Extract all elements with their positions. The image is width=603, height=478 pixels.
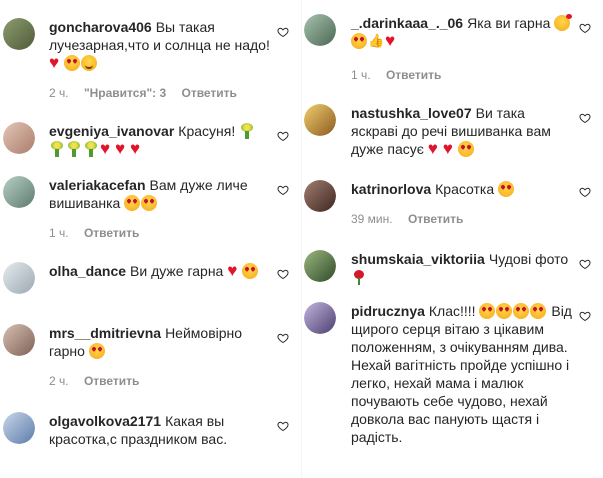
- avatar[interactable]: [304, 302, 336, 334]
- heart-eyes-emoji-icon: [496, 303, 513, 319]
- comment-text-continued: Від щирого серця вітаю з цікавим положен…: [351, 303, 572, 445]
- comment-username[interactable]: _.darinkaaa_._06: [351, 15, 463, 31]
- avatar[interactable]: [304, 180, 336, 212]
- red-heart-emoji-icon: [49, 55, 63, 71]
- comment-text: Красотка: [435, 181, 495, 197]
- red-heart-emoji-icon: [115, 141, 129, 157]
- comment-meta: 2 ч. Ответить: [49, 374, 151, 388]
- bouquet-emoji-icon: [239, 123, 255, 139]
- comment-username[interactable]: olha_dance: [49, 263, 126, 279]
- comment-body: pidrucznya Клас!!!! Від щирого серця віта…: [351, 302, 575, 446]
- comment-username[interactable]: valeriakacefan: [49, 177, 146, 193]
- comment-body: nastushka_love07 Ви така яскраві до речі …: [351, 104, 575, 158]
- avatar[interactable]: [3, 176, 35, 208]
- heart-eyes-emoji-icon: [242, 263, 259, 279]
- bouquet-emoji-icon: [49, 141, 65, 157]
- comment-username[interactable]: goncharova406: [49, 19, 152, 35]
- heart-eyes-emoji-icon: [351, 33, 367, 49]
- comment-text: Яка ви гарна: [467, 15, 551, 31]
- heart-eyes-emoji-icon: [513, 303, 530, 319]
- comment-body: mrs__dmitrievna Неймовірно гарно: [49, 324, 273, 360]
- heart-eyes-emoji-icon: [530, 303, 547, 319]
- comment-text: Клас!!!!: [428, 303, 476, 319]
- like-heart-icon[interactable]: [579, 22, 591, 34]
- avatar[interactable]: [3, 18, 35, 50]
- comment-meta: 39 мин. Ответить: [351, 212, 475, 226]
- red-heart-emoji-icon: [428, 141, 442, 157]
- rose-emoji-icon: [351, 269, 367, 285]
- comment-body: olha_dance Ви дуже гарна: [49, 262, 273, 280]
- comment-meta: 1 ч. Ответить: [49, 226, 151, 240]
- heart-eyes-emoji-icon: [88, 343, 105, 359]
- like-heart-icon[interactable]: [277, 26, 289, 38]
- comment-body: katrinorlova Красотка: [351, 180, 575, 198]
- comment-meta: 2 ч. "Нравится": 3 Ответить: [49, 86, 249, 100]
- comment-body: evgeniya_ivanovar Красуня!: [49, 122, 273, 158]
- comment-username[interactable]: shumskaia_viktoriia: [351, 251, 485, 267]
- comment-body: olgavolkova2171 Какая вы красотка,с празд…: [49, 412, 273, 448]
- comment-time: 1 ч.: [351, 68, 371, 82]
- heart-eyes-emoji-icon: [457, 141, 474, 157]
- comment-time: 2 ч.: [49, 86, 69, 100]
- comment-username[interactable]: mrs__dmitrievna: [49, 325, 161, 341]
- comment-text: Ви дуже гарна: [130, 263, 224, 279]
- comment-likes[interactable]: "Нравится": 3: [84, 86, 166, 100]
- avatar[interactable]: [3, 412, 35, 444]
- like-heart-icon[interactable]: [579, 112, 591, 124]
- comment-username[interactable]: olgavolkova2171: [49, 413, 161, 429]
- like-heart-icon[interactable]: [579, 258, 591, 270]
- avatar[interactable]: [304, 14, 336, 46]
- comment-text: Чудові фото: [488, 251, 569, 267]
- avatar[interactable]: [304, 250, 336, 282]
- comment-text: Красуня!: [178, 123, 236, 139]
- comment-time: 1 ч.: [49, 226, 69, 240]
- avatar[interactable]: [304, 104, 336, 136]
- comment-username[interactable]: pidrucznya: [351, 303, 425, 319]
- red-heart-emoji-icon: [443, 141, 457, 157]
- avatar[interactable]: [3, 122, 35, 154]
- like-heart-icon[interactable]: [579, 186, 591, 198]
- heart-eyes-emoji-icon: [141, 195, 158, 211]
- reply-button[interactable]: Ответить: [386, 68, 441, 82]
- comment-body: shumskaia_viktoriia Чудові фото: [351, 250, 575, 286]
- like-heart-icon[interactable]: [579, 310, 591, 322]
- comment-body: _.darinkaaa_._06 Яка ви гарна: [351, 14, 575, 50]
- avatar[interactable]: [3, 262, 35, 294]
- like-heart-icon[interactable]: [277, 332, 289, 344]
- comment-time: 39 мин.: [351, 212, 393, 226]
- reply-button[interactable]: Ответить: [408, 212, 463, 226]
- heart-eyes-emoji-icon: [64, 55, 80, 71]
- bouquet-emoji-icon: [66, 141, 82, 157]
- heart-eyes-emoji-icon: [479, 303, 496, 319]
- column-divider: [301, 0, 302, 478]
- comment-time: 2 ч.: [49, 374, 69, 388]
- red-heart-emoji-icon: [227, 263, 241, 279]
- comment-body: goncharova406 Вы такая лучезарная,что и с…: [49, 18, 273, 72]
- like-heart-icon[interactable]: [277, 184, 289, 196]
- red-heart-emoji-icon: [130, 141, 144, 157]
- comment-username[interactable]: evgeniya_ivanovar: [49, 123, 174, 139]
- like-heart-icon[interactable]: [277, 420, 289, 432]
- comment-meta: 1 ч. Ответить: [351, 68, 453, 82]
- reply-button[interactable]: Ответить: [84, 374, 139, 388]
- like-heart-icon[interactable]: [277, 268, 289, 280]
- bouquet-emoji-icon: [83, 141, 99, 157]
- comment-body: valeriakacefan Вам дуже личе вишиванка: [49, 176, 273, 212]
- heart-eyes-emoji-icon: [124, 195, 141, 211]
- reply-button[interactable]: Ответить: [181, 86, 236, 100]
- avatar[interactable]: [3, 324, 35, 356]
- red-heart-emoji-icon: [100, 141, 114, 157]
- red-heart-emoji-icon: [385, 33, 399, 49]
- reply-button[interactable]: Ответить: [84, 226, 139, 240]
- kiss-emoji-icon: [554, 14, 573, 31]
- heart-eyes-emoji-icon: [498, 181, 515, 197]
- thumbs-up-emoji-icon: [368, 33, 384, 49]
- grinning-emoji-icon: [81, 55, 97, 71]
- comment-username[interactable]: nastushka_love07: [351, 105, 472, 121]
- like-heart-icon[interactable]: [277, 130, 289, 142]
- comment-username[interactable]: katrinorlova: [351, 181, 431, 197]
